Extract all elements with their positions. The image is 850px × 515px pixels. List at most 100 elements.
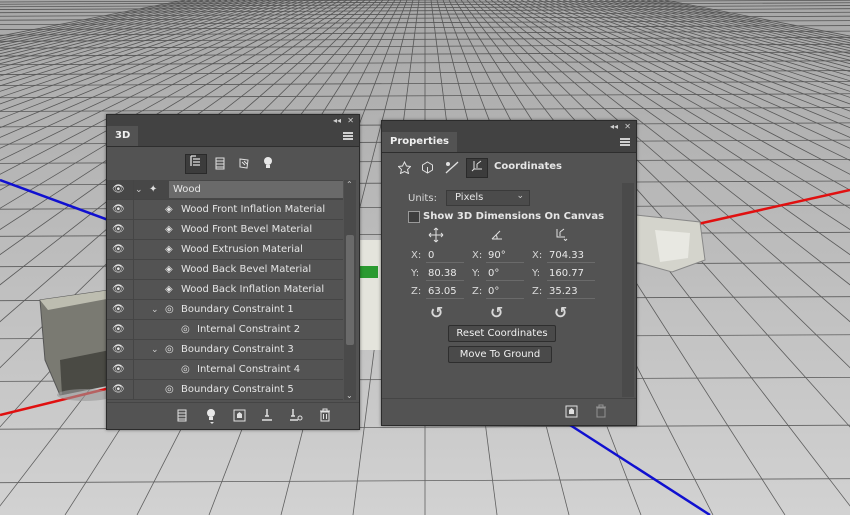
visibility-toggle[interactable]: 👁	[107, 360, 134, 380]
environment-icon[interactable]	[397, 160, 412, 177]
chevron-down-icon[interactable]: ⌄	[151, 340, 159, 360]
reset-coordinates-button[interactable]: Reset Coordinates	[448, 325, 556, 342]
show-dims-checkbox[interactable]	[408, 211, 420, 223]
reset-rotation-icon[interactable]: ↺	[490, 303, 503, 322]
reset-scale-icon[interactable]: ↺	[554, 303, 567, 322]
3d-layer-list: 👁 ⌄ ✦ Wood 👁 ◈ Wood Front Inflation Material 👁 ◈…	[107, 180, 343, 400]
scroll-thumb[interactable]	[346, 235, 354, 345]
scale-tool-icon	[554, 227, 568, 244]
constraint-icon: ◎	[181, 324, 190, 335]
layer-row[interactable]: 👁 ⌄ ◎ Boundary Constraint 3	[107, 340, 343, 360]
visibility-toggle[interactable]: 👁	[107, 300, 134, 320]
properties-section-bar: Coordinates	[382, 157, 636, 181]
visibility-toggle[interactable]: 👁	[107, 340, 134, 360]
layer-label: Wood	[169, 181, 343, 198]
deform-icon[interactable]	[445, 161, 459, 177]
rotation-y-input[interactable]	[486, 266, 524, 281]
scale-z-input[interactable]	[547, 284, 595, 299]
scroll-down-icon[interactable]: ⌄	[346, 391, 353, 400]
visibility-toggle[interactable]: 👁	[107, 320, 134, 340]
layer-label: Internal Constraint 2	[197, 324, 301, 335]
move-to-ground-button[interactable]: Move To Ground	[448, 346, 552, 363]
eye-icon: 👁	[112, 364, 125, 375]
properties-panel-titlebar[interactable]: ◂◂ ✕	[382, 121, 636, 132]
rotation-x-input[interactable]	[486, 248, 524, 263]
units-value: Pixels	[455, 192, 484, 203]
layer-label: Boundary Constraint 1	[181, 304, 294, 315]
eye-icon: 👁	[112, 204, 125, 215]
collapse-icon[interactable]: ◂◂	[610, 121, 618, 132]
reset-position-icon[interactable]: ↺	[430, 303, 443, 322]
layer-row[interactable]: 👁 ◎ Internal Constraint 2	[107, 320, 343, 340]
layer-row[interactable]: 👁 ◈ Wood Front Bevel Material	[107, 220, 343, 240]
chevron-down-icon[interactable]: ⌄	[135, 180, 143, 200]
position-z-input[interactable]	[426, 284, 464, 299]
tab-3d[interactable]: 3D	[107, 126, 139, 146]
visibility-toggle[interactable]: 👁	[107, 260, 134, 280]
close-icon[interactable]: ✕	[624, 121, 631, 132]
visibility-toggle[interactable]: 👁	[107, 180, 134, 200]
scene-filter-icon[interactable]	[185, 154, 207, 174]
units-label: Units:	[408, 193, 437, 204]
new-light-icon[interactable]	[205, 408, 217, 427]
ground-icon[interactable]	[261, 408, 273, 425]
units-select[interactable]: Pixels ⌄	[446, 190, 530, 206]
eye-icon: 👁	[112, 244, 125, 255]
new-mesh-icon[interactable]	[177, 409, 187, 425]
properties-panel-tabrow: Properties	[382, 132, 636, 153]
visibility-toggle[interactable]: 👁	[107, 280, 134, 300]
delete-icon[interactable]	[595, 404, 607, 421]
properties-scrollbar[interactable]	[622, 183, 634, 397]
visibility-toggle[interactable]: 👁	[107, 380, 134, 400]
layer-scrollbar[interactable]: ⌃ ⌄	[344, 180, 356, 400]
position-x-input[interactable]	[426, 248, 464, 263]
layer-label: Wood Extrusion Material	[181, 244, 303, 255]
drop-to-plane-icon[interactable]	[289, 408, 303, 425]
3d-panel-titlebar[interactable]: ◂◂ ✕	[107, 115, 359, 126]
layer-label: Wood Front Bevel Material	[181, 224, 313, 235]
visibility-toggle[interactable]: 👁	[107, 200, 134, 220]
render-icon[interactable]	[233, 409, 246, 425]
layer-row[interactable]: 👁 ◈ Wood Back Inflation Material	[107, 280, 343, 300]
collapse-icon[interactable]: ◂◂	[333, 115, 341, 126]
layer-row[interactable]: 👁 ◎ Boundary Constraint 5	[107, 380, 343, 400]
material-icon: ◈	[165, 224, 173, 235]
layer-label: Wood Front Inflation Material	[181, 204, 326, 215]
panel-menu-icon[interactable]	[343, 132, 353, 140]
panel-menu-icon[interactable]	[620, 138, 630, 146]
layer-label: Wood Back Inflation Material	[181, 284, 325, 295]
chevron-down-icon: ⌄	[516, 191, 524, 201]
layer-row[interactable]: 👁 ◎ Internal Constraint 4	[107, 360, 343, 380]
eye-icon: 👁	[112, 184, 125, 195]
render-icon[interactable]	[565, 405, 578, 421]
eye-icon: 👁	[112, 384, 125, 395]
visibility-toggle[interactable]: 👁	[107, 220, 134, 240]
material-filter-icon[interactable]	[237, 157, 251, 173]
eye-icon: 👁	[112, 324, 125, 335]
mesh-filter-icon[interactable]	[213, 157, 227, 173]
layer-row[interactable]: 👁 ◈ Wood Back Bevel Material	[107, 260, 343, 280]
chevron-down-icon[interactable]: ⌄	[151, 300, 159, 320]
light-filter-icon[interactable]	[261, 156, 275, 173]
scale-x-input[interactable]	[547, 248, 595, 263]
layer-row[interactable]: 👁 ⌄ ◎ Boundary Constraint 1	[107, 300, 343, 320]
rotation-z-input[interactable]	[486, 284, 524, 299]
layer-row[interactable]: 👁 ⌄ ✦ Wood	[107, 180, 343, 200]
rot-y-label: Y:	[472, 268, 481, 279]
coordinates-icon[interactable]	[466, 158, 488, 178]
layer-row[interactable]: 👁 ◈ Wood Extrusion Material	[107, 240, 343, 260]
3d-panel-tabrow: 3D	[107, 126, 359, 147]
scroll-up-icon[interactable]: ⌃	[346, 180, 353, 189]
scale-y-input[interactable]	[547, 266, 595, 281]
pos-y-label: Y:	[411, 268, 420, 279]
layer-row[interactable]: 👁 ◈ Wood Front Inflation Material	[107, 200, 343, 220]
tab-properties[interactable]: Properties	[382, 132, 457, 152]
mesh-properties-icon[interactable]	[421, 161, 434, 177]
delete-icon[interactable]	[319, 408, 331, 425]
rotate-tool-icon	[490, 229, 504, 244]
visibility-toggle[interactable]: 👁	[107, 240, 134, 260]
close-icon[interactable]: ✕	[347, 115, 354, 126]
constraint-icon: ◎	[165, 304, 174, 315]
scale-x-label: X:	[532, 250, 543, 261]
position-y-input[interactable]	[426, 266, 464, 281]
